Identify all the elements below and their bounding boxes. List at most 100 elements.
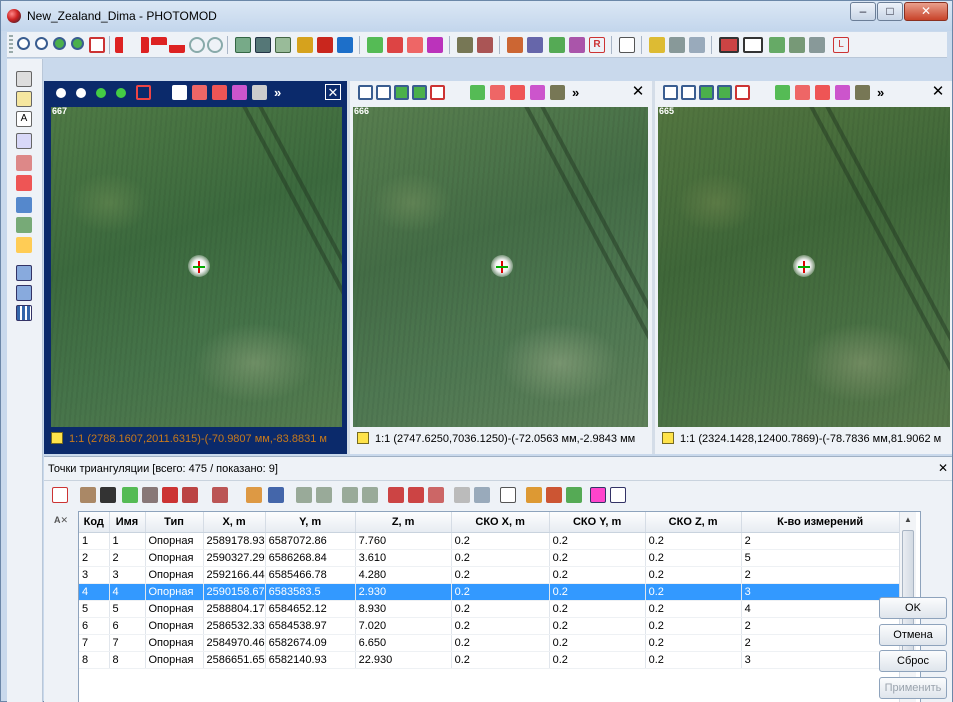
close-panel-button[interactable]: ✕ (325, 84, 341, 100)
add-point-icon[interactable] (775, 85, 790, 100)
channels-icon[interactable] (337, 37, 353, 53)
type-icon[interactable] (182, 487, 198, 503)
column-header-z[interactable]: Z, m (355, 512, 452, 533)
color-icon[interactable] (317, 37, 333, 53)
point-red-icon[interactable] (212, 85, 227, 100)
point-red-icon[interactable] (815, 85, 830, 100)
window-mode-icon[interactable] (719, 37, 739, 53)
xy-scale-icon[interactable] (316, 487, 332, 503)
tie-icon[interactable] (527, 37, 543, 53)
catalog-icon[interactable] (649, 37, 665, 53)
delete-all-icon[interactable] (162, 487, 178, 503)
redo-icon[interactable] (207, 37, 223, 53)
filter-icon[interactable] (16, 197, 32, 213)
apply-button[interactable]: Применить (879, 677, 947, 699)
delete-icon[interactable] (855, 85, 870, 100)
minimize-button[interactable]: – (850, 2, 876, 21)
zoom-in-icon[interactable] (56, 88, 66, 98)
close-panel-button[interactable]: ✕ (630, 84, 646, 100)
filter-icon[interactable] (454, 487, 470, 503)
column-header-rmse-z[interactable]: СКО Z, m (645, 512, 742, 533)
document-icon[interactable] (619, 37, 635, 53)
scroll-up-icon[interactable]: ▲ (900, 512, 916, 528)
delete-icon[interactable] (252, 85, 267, 100)
add-point-icon[interactable] (470, 85, 485, 100)
l-icon[interactable]: L (833, 37, 849, 53)
cancel-button[interactable]: Отмена (879, 624, 947, 646)
settings-icon[interactable] (809, 37, 825, 53)
add-measure-icon[interactable] (490, 85, 505, 100)
window-mode2-icon[interactable] (743, 37, 763, 53)
delete-icon[interactable] (457, 37, 473, 53)
point-purple-icon[interactable] (427, 37, 443, 53)
more-tools-button[interactable]: » (572, 85, 579, 100)
point-red-icon[interactable] (16, 175, 32, 191)
zoom-out-icon[interactable] (376, 85, 391, 100)
document-icon[interactable] (500, 487, 516, 503)
find-icon[interactable] (100, 487, 116, 503)
maximize-button[interactable]: □ (877, 2, 903, 21)
column-header-type[interactable]: Тип (145, 512, 204, 533)
delta-icon[interactable] (388, 487, 404, 503)
image-panel-1[interactable]: » ✕ 667 1:1 (2788.1607,2011.6315)-(-70.9… (44, 81, 347, 454)
zoom-out-icon[interactable] (76, 88, 86, 98)
point-red-icon[interactable] (510, 85, 525, 100)
add-measure-icon[interactable] (795, 85, 810, 100)
add-measure-icon[interactable] (192, 85, 207, 100)
aerial-image[interactable]: 666 (353, 107, 648, 427)
highlight-icon[interactable] (526, 487, 542, 503)
coordinates-icon[interactable] (268, 487, 284, 503)
delete-all-icon[interactable] (477, 37, 493, 53)
zoom-fit-icon[interactable] (96, 88, 106, 98)
grid-icon[interactable] (610, 487, 626, 503)
export-icon[interactable] (212, 487, 228, 503)
toolbar-grip[interactable] (9, 35, 13, 55)
table-row[interactable]: 1 1 Опорная 2589178.93 6587072.86 7.760 0.2 0.2… (79, 532, 900, 550)
table-row[interactable]: 8 8 Опорная 2586651.65 6582140.93 22.930 0.2 0.… (79, 651, 900, 669)
add-measure-icon[interactable] (387, 37, 403, 53)
link-icon[interactable] (16, 133, 32, 149)
grid-icon[interactable] (16, 305, 32, 321)
close-panel-button[interactable]: ✕ (930, 84, 946, 100)
column-header-y[interactable]: Y, m (265, 512, 356, 533)
select-icon[interactable] (590, 487, 606, 503)
column-header-rmse-y[interactable]: СКО Y, m (549, 512, 646, 533)
point-icon[interactable] (16, 155, 32, 171)
column-header-measurements[interactable]: К-во измерений (741, 512, 900, 533)
zoom-1to1-icon[interactable] (71, 37, 84, 50)
arrow-down-icon[interactable] (169, 37, 185, 53)
arrow-up-icon[interactable] (151, 37, 167, 53)
zoom-window-icon[interactable] (136, 85, 151, 100)
add-point-icon[interactable] (122, 487, 138, 503)
view-icon[interactable] (474, 487, 490, 503)
more-tools-button[interactable]: » (274, 85, 281, 100)
sort-icon[interactable] (52, 487, 68, 503)
z-scale-icon[interactable] (362, 487, 378, 503)
close-panel-button[interactable]: ✕ (938, 461, 948, 475)
more-tools-button[interactable]: » (877, 85, 884, 100)
delta2-icon[interactable] (408, 487, 424, 503)
image-panel-2[interactable]: » ✕ 666 1:1 (2747.6250,7036.1250)-(-72.0… (350, 81, 652, 454)
xy-swap-icon[interactable] (296, 487, 312, 503)
close-window-button[interactable]: ✕ (904, 2, 948, 21)
column-header-name[interactable]: Имя (109, 512, 146, 533)
mark-icon[interactable] (546, 487, 562, 503)
text-icon[interactable]: A (16, 111, 32, 127)
point-purple-icon[interactable] (232, 85, 247, 100)
layout-icon[interactable] (235, 37, 251, 53)
zoom-1to1-icon[interactable] (717, 85, 732, 100)
zoom-in-icon[interactable] (17, 37, 30, 50)
sort-az-icon[interactable]: A✕ (54, 515, 72, 529)
table-row[interactable]: 7 7 Опорная 2584970.46 6582674.09 6.650 0.2 0.2… (79, 634, 900, 652)
zoom-1to1-icon[interactable] (116, 88, 126, 98)
zoom-in-icon[interactable] (358, 85, 373, 100)
table-row[interactable]: 6 6 Опорная 2586532.33 6584538.97 7.020 0.2 0.2… (79, 617, 900, 635)
aerial-image[interactable]: 665 (658, 107, 950, 427)
arrow-left-icon[interactable] (115, 37, 131, 53)
point-red-icon[interactable] (407, 37, 423, 53)
point-purple-icon[interactable] (835, 85, 850, 100)
ok-button[interactable]: OK (879, 597, 947, 619)
reset-button[interactable]: Сброс (879, 650, 947, 672)
z-icon[interactable] (342, 487, 358, 503)
points-green-icon[interactable] (769, 37, 785, 53)
